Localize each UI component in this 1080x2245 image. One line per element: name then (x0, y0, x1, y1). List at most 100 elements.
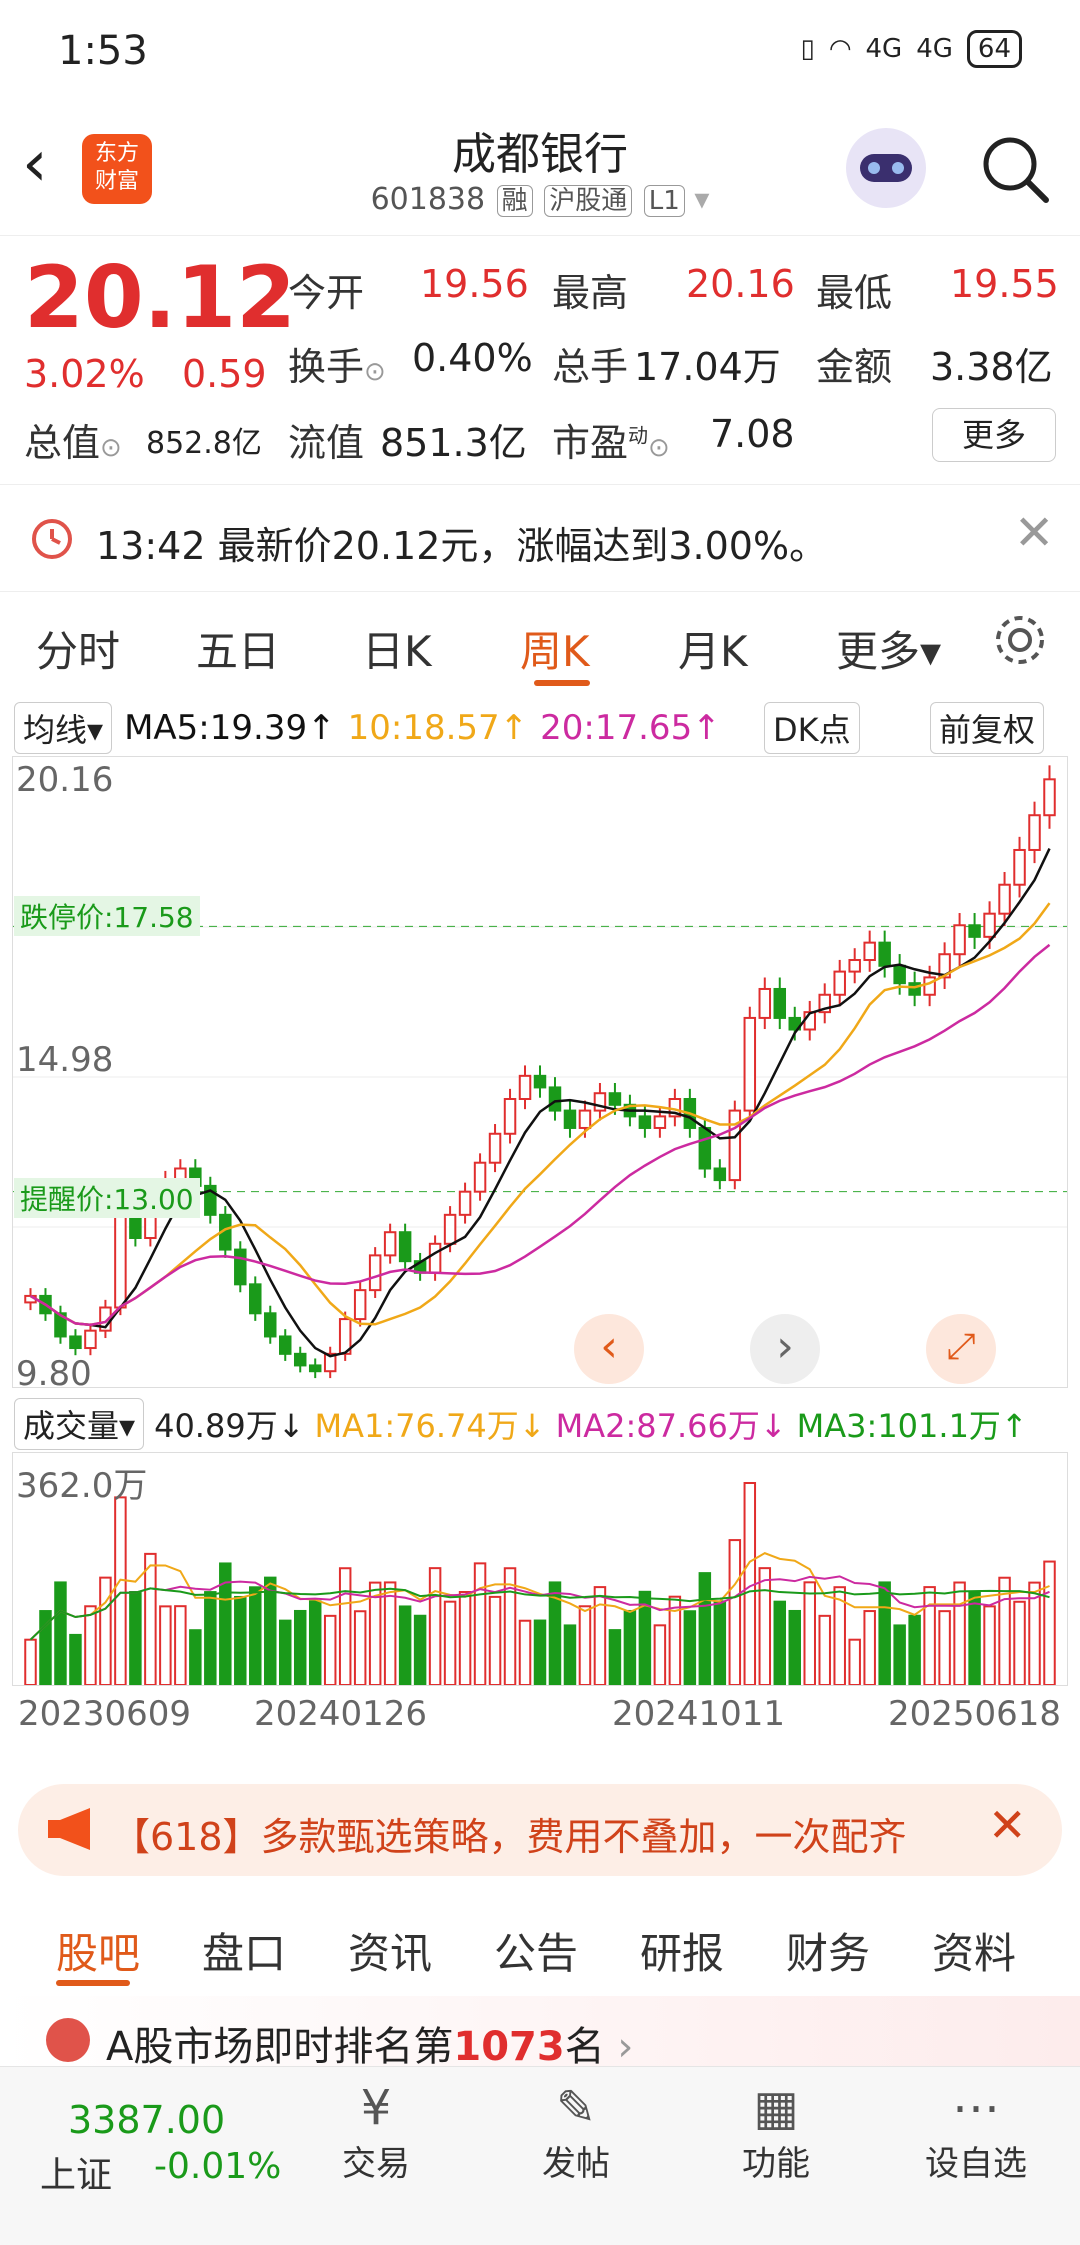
volume-bar (1043, 1560, 1056, 1686)
volume-legend-row: 成交量▾ 40.89万↓ MA1:76.74万↓ MA2:87.66万↓ MA3… (14, 1398, 1028, 1450)
volume-bar (144, 1552, 157, 1686)
volume-bar (383, 1581, 397, 1686)
candle-body (908, 982, 921, 996)
tab-kline-4[interactable]: 月K (678, 618, 748, 679)
volume-bar (54, 1581, 67, 1686)
volume-bar (114, 1496, 127, 1686)
status-bar: 1:53 ▯ ◠ 4G 4G 64 (0, 0, 1080, 100)
high-value: 20.16 (686, 262, 795, 306)
float-label: 流值 (288, 421, 365, 465)
kline-chart[interactable] (12, 756, 1068, 1388)
volume-bar (443, 1600, 457, 1686)
date-label-2: 20240126 (254, 1694, 428, 1734)
chevron-down-icon: ▾ (694, 182, 710, 217)
status-icons: ▯ ◠ 4G 4G 64 (801, 30, 1022, 68)
nav-trade[interactable]: ¥ 交易 (296, 2080, 456, 2185)
tab-section-4[interactable]: 研报 (640, 1920, 724, 1981)
volume-bar (608, 1629, 622, 1687)
indicator-dropdown[interactable]: 均线▾ (14, 702, 113, 754)
tab-kline-1[interactable]: 五日 (196, 618, 280, 679)
rank-row[interactable]: A股市场即时排名第1073名 › (0, 1996, 1080, 2070)
tab-kline-5[interactable]: 更多▾ (836, 618, 941, 679)
connect-tag: 沪股通 (544, 185, 633, 217)
open-label: 今开 (288, 271, 365, 315)
active-kline-indicator (534, 680, 590, 686)
volume-bar (428, 1567, 442, 1686)
close-banner-icon[interactable]: ✕ (988, 1798, 1027, 1852)
candle-body (1013, 848, 1026, 886)
nav-watchlist[interactable]: ⋯ 设自选 (896, 2080, 1056, 2185)
tab-section-1[interactable]: 盘口 (202, 1920, 286, 1981)
tab-section-0[interactable]: 股吧 (56, 1920, 140, 1981)
ma10-value: 10:18.57↑ (347, 708, 529, 748)
volume-bar (99, 1576, 112, 1686)
close-icon[interactable]: ✕ (1014, 505, 1054, 561)
volume-bar (713, 1600, 727, 1686)
tab-kline-2[interactable]: 日K (362, 618, 432, 679)
volume-bar (84, 1605, 97, 1686)
low-value: 19.55 (950, 262, 1059, 306)
candle-body (264, 1312, 277, 1338)
volume-bar (758, 1567, 772, 1686)
candle-body (713, 1167, 727, 1182)
high-label: 最高 (552, 271, 629, 315)
robot-assistant-icon[interactable] (846, 128, 926, 208)
gear-icon[interactable] (992, 612, 1048, 672)
volume-bar (878, 1581, 891, 1686)
tab-section-5[interactable]: 财务 (786, 1920, 870, 1981)
volume-dropdown[interactable]: 成交量▾ (14, 1398, 145, 1450)
candle-body (398, 1231, 412, 1263)
candle-body (129, 1213, 142, 1240)
turnover-label: 换手⊙ (288, 345, 386, 389)
volume-chart[interactable] (12, 1452, 1068, 1687)
candle-body (443, 1213, 457, 1245)
alert-price-label: 提醒价:13.00 (14, 1178, 200, 1218)
tab-section-3[interactable]: 公告 (494, 1920, 578, 1981)
adjust-button[interactable]: 前复权 (930, 702, 1045, 754)
volume-bar (204, 1591, 217, 1687)
volume-bar (923, 1586, 936, 1687)
limit-down-label: 跌停价:17.58 (14, 896, 200, 936)
mcap-value: 852.8亿 (146, 426, 262, 461)
amount-label: 金额 (816, 345, 893, 389)
dk-point-button[interactable]: DK点 (764, 702, 860, 754)
signal-icon-2: 4G (916, 34, 953, 64)
volume-bar (473, 1562, 487, 1686)
level-tag: L1 (643, 185, 685, 217)
search-icon[interactable] (980, 134, 1050, 208)
promo-banner[interactable]: 【618】多款甄选策略，费用不叠加，一次配齐 ✕ (18, 1784, 1062, 1876)
volume-bar (563, 1624, 577, 1687)
volume-bar (249, 1586, 262, 1686)
index-name[interactable]: 上证 (40, 2146, 112, 2198)
chevron-right-icon[interactable]: › (750, 1314, 820, 1384)
tab-kline-3[interactable]: 周K (520, 618, 590, 679)
rank-text: A股市场即时排名第1073名 › (106, 2024, 634, 2070)
nav-post[interactable]: ✎ 发帖 (496, 2080, 656, 2185)
volume-bar (159, 1605, 172, 1686)
nav-functions[interactable]: ▦ 功能 (696, 2080, 856, 2185)
index-change: -0.01% (154, 2146, 282, 2187)
volume-value: 17.04万 (634, 345, 781, 389)
price-alert-bar[interactable]: 13:42 最新价20.12元，涨幅达到3.00%。 ✕ (0, 484, 1080, 592)
more-button[interactable]: 更多 (932, 408, 1056, 462)
volume-bar (24, 1638, 37, 1686)
volume-bar (338, 1567, 352, 1686)
signal-icon: 4G (865, 34, 903, 64)
alert-text: 13:42 最新价20.12元，涨幅达到3.00%。 (96, 524, 828, 568)
tab-kline-0[interactable]: 分时 (36, 618, 120, 679)
expand-icon[interactable]: ⤢ (926, 1314, 996, 1384)
candle-body (488, 1132, 502, 1164)
price-axis-bottom: 9.80 (16, 1354, 92, 1394)
volume-bar (818, 1614, 831, 1686)
tab-section-6[interactable]: 资料 (932, 1920, 1016, 1981)
price-axis-mid: 14.98 (16, 1040, 114, 1080)
candle-body (368, 1254, 382, 1292)
price-axis-top: 20.16 (16, 760, 114, 800)
chevron-left-icon[interactable]: ‹ (574, 1314, 644, 1384)
mcap-label: 总值⊙ (24, 421, 122, 465)
tab-section-2[interactable]: 资讯 (348, 1920, 432, 1981)
grid-icon: ▦ (753, 2080, 799, 2136)
candle-body (1028, 814, 1041, 851)
margin-tag: 融 (496, 185, 533, 217)
volume-bar (893, 1624, 906, 1687)
